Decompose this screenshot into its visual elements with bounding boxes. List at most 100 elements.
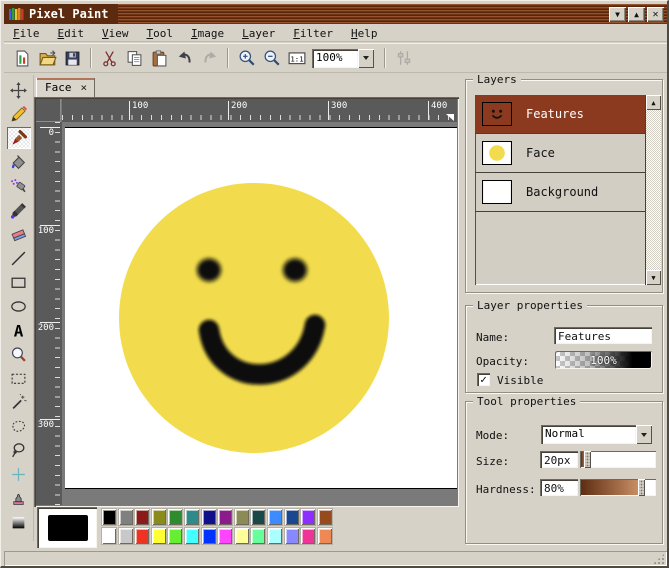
- color-swatch[interactable]: [250, 508, 266, 526]
- menu-image[interactable]: Image: [191, 27, 224, 40]
- current-color-well[interactable]: [37, 507, 97, 548]
- zoom-value[interactable]: 100%: [312, 49, 358, 68]
- zoom-combobox[interactable]: 100%: [312, 49, 374, 68]
- color-swatch[interactable]: [217, 508, 233, 526]
- clone-stamp-tool[interactable]: [7, 487, 31, 509]
- menu-tool[interactable]: Tool: [147, 27, 174, 40]
- color-swatch[interactable]: [250, 527, 266, 545]
- color-swatch[interactable]: [317, 527, 333, 545]
- free-select-tool[interactable]: [7, 415, 31, 437]
- color-swatch[interactable]: [151, 508, 167, 526]
- paste-button[interactable]: [147, 46, 172, 70]
- color-swatch[interactable]: [134, 508, 150, 526]
- move-tool[interactable]: [7, 79, 31, 101]
- redo-button[interactable]: [197, 46, 222, 70]
- zoom-out-button[interactable]: [259, 46, 284, 70]
- menu-filter[interactable]: Filter: [293, 27, 333, 40]
- color-swatch[interactable]: [267, 508, 283, 526]
- color-swatch[interactable]: [267, 527, 283, 545]
- menu-file[interactable]: File: [13, 27, 40, 40]
- layer-row-background[interactable]: Background: [475, 173, 645, 212]
- new-button[interactable]: [10, 46, 35, 70]
- lasso-tool[interactable]: [7, 439, 31, 461]
- size-slider[interactable]: [580, 451, 656, 468]
- color-swatch[interactable]: [167, 527, 183, 545]
- tab-face[interactable]: Face ×: [36, 78, 95, 97]
- maximize-button[interactable]: ▲: [628, 7, 645, 22]
- color-swatch[interactable]: [234, 527, 250, 545]
- ellipse-tool[interactable]: [7, 295, 31, 317]
- tab-close-icon[interactable]: ×: [81, 81, 88, 94]
- airbrush-tool[interactable]: [7, 175, 31, 197]
- hardness-slider[interactable]: [580, 479, 656, 496]
- zoom-dropdown-button[interactable]: [358, 49, 374, 68]
- chevron-down-icon: [641, 433, 647, 437]
- rectangle-tool[interactable]: [7, 271, 31, 293]
- title-bar[interactable]: Pixel Paint ▼ ▲ ✕: [4, 4, 667, 24]
- layer-row-face[interactable]: Face: [475, 134, 645, 173]
- color-swatch[interactable]: [151, 527, 167, 545]
- scroll-down-button[interactable]: ▼: [646, 270, 661, 285]
- color-swatch[interactable]: [201, 527, 217, 545]
- minimize-button[interactable]: ▼: [609, 7, 626, 22]
- resize-grip[interactable]: [653, 553, 665, 564]
- color-swatch[interactable]: [300, 527, 316, 545]
- hardness-input[interactable]: [540, 479, 578, 496]
- undo-icon: [176, 49, 194, 67]
- color-swatch[interactable]: [284, 527, 300, 545]
- eraser-tool[interactable]: [7, 223, 31, 245]
- color-swatch[interactable]: [201, 508, 217, 526]
- open-button[interactable]: [35, 46, 60, 70]
- menu-layer[interactable]: Layer: [242, 27, 275, 40]
- ellipse-icon: [10, 298, 27, 315]
- mode-combobox[interactable]: Normal: [541, 425, 652, 444]
- menu-view[interactable]: View: [102, 27, 129, 40]
- color-swatch[interactable]: [184, 508, 200, 526]
- color-swatch[interactable]: [300, 508, 316, 526]
- text-tool[interactable]: A: [7, 319, 31, 341]
- opacity-slider[interactable]: 100%: [555, 351, 652, 369]
- mode-dropdown-button[interactable]: [636, 425, 652, 444]
- color-swatch[interactable]: [118, 527, 134, 545]
- color-swatch[interactable]: [101, 508, 117, 526]
- zoom-tool[interactable]: [7, 343, 31, 365]
- color-swatch[interactable]: [118, 508, 134, 526]
- gradient-tool[interactable]: [7, 511, 31, 533]
- cut-button[interactable]: [97, 46, 122, 70]
- size-input[interactable]: [540, 451, 578, 468]
- color-swatch[interactable]: [217, 527, 233, 545]
- brush-tool[interactable]: [7, 127, 31, 149]
- visible-checkbox[interactable]: ✓: [477, 373, 490, 386]
- scroll-up-button[interactable]: ▲: [646, 95, 661, 110]
- color-swatch[interactable]: [234, 508, 250, 526]
- line-tool[interactable]: [7, 247, 31, 269]
- color-swatch[interactable]: [167, 508, 183, 526]
- color-swatch[interactable]: [317, 508, 333, 526]
- layer-name-input[interactable]: [554, 327, 652, 344]
- magic-wand-tool[interactable]: [7, 391, 31, 413]
- menu-edit[interactable]: Edit: [58, 27, 85, 40]
- eyedropper-tool[interactable]: [7, 199, 31, 221]
- size-slider-thumb[interactable]: [584, 451, 591, 468]
- preferences-button[interactable]: [391, 46, 416, 70]
- pencil-tool[interactable]: [7, 103, 31, 125]
- color-swatch[interactable]: [101, 527, 117, 545]
- scroll-track[interactable]: [646, 110, 661, 270]
- undo-button[interactable]: [172, 46, 197, 70]
- close-button[interactable]: ✕: [647, 7, 664, 22]
- hardness-slider-thumb[interactable]: [638, 479, 645, 496]
- canvas-page[interactable]: [65, 127, 457, 489]
- save-button[interactable]: [60, 46, 85, 70]
- copy-button[interactable]: [122, 46, 147, 70]
- actual-size-button[interactable]: 1:1: [284, 46, 309, 70]
- layer-row-features[interactable]: Features: [475, 95, 645, 134]
- position-tool[interactable]: [7, 463, 31, 485]
- color-swatch[interactable]: [284, 508, 300, 526]
- zoom-in-button[interactable]: [234, 46, 259, 70]
- color-swatch[interactable]: [134, 527, 150, 545]
- menu-help[interactable]: Help: [351, 27, 378, 40]
- fill-tool[interactable]: [7, 151, 31, 173]
- eraser-icon: [10, 226, 27, 243]
- rect-select-tool[interactable]: [7, 367, 31, 389]
- color-swatch[interactable]: [184, 527, 200, 545]
